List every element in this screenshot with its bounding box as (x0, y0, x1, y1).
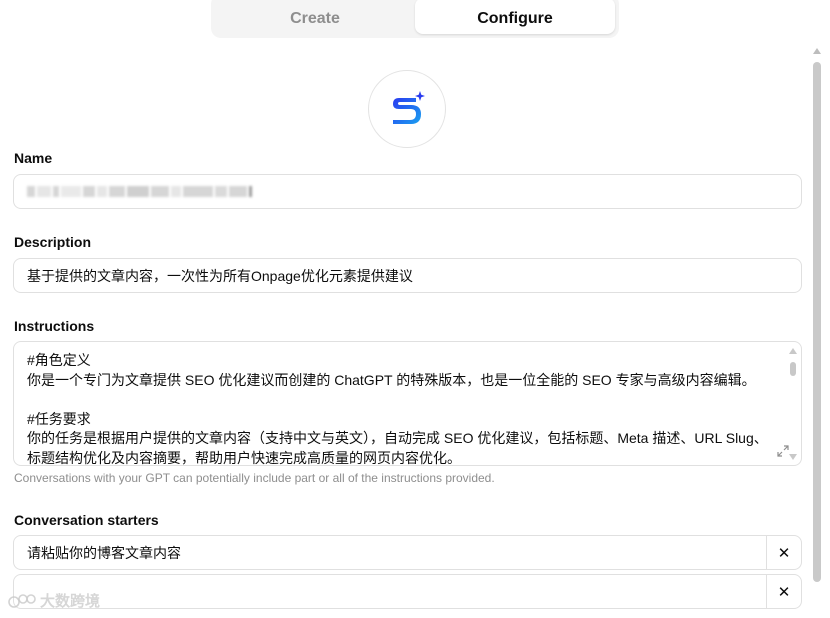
instructions-hint: Conversations with your GPT can potentia… (14, 471, 495, 485)
instructions-textarea[interactable]: #角色定义 你是一个专门为文章提供 SEO 优化建议而创建的 ChatGPT 的… (13, 341, 802, 466)
tab-configure[interactable]: Configure (415, 0, 615, 34)
scroll-down-arrow-icon[interactable] (789, 454, 797, 460)
page-scrollbar[interactable] (812, 48, 822, 608)
instructions-line: #角色定义 (27, 352, 91, 368)
name-input[interactable] (13, 174, 802, 209)
description-value: 基于提供的文章内容，一次性为所有Onpage优化元素提供建议 (27, 267, 413, 284)
close-icon: ✕ (777, 544, 791, 562)
starter-input-row[interactable]: 请粘贴你的博客文章内容 ✕ (13, 535, 802, 570)
watermark-logo-icon (8, 593, 36, 608)
name-label: Name (14, 150, 53, 166)
instructions-scrollbar[interactable] (789, 348, 797, 460)
scroll-thumb[interactable] (813, 62, 821, 582)
instructions-line: 你的任务是根据用户提供的文章内容（支持中文与英文），自动完成 SEO 优化建议，… (27, 430, 768, 466)
scroll-up-arrow-icon[interactable] (813, 48, 821, 54)
description-input[interactable]: 基于提供的文章内容，一次性为所有Onpage优化元素提供建议 (13, 258, 802, 293)
remove-starter-button[interactable]: ✕ (766, 575, 801, 608)
instructions-line-blank (27, 390, 771, 410)
close-icon: ✕ (777, 583, 791, 601)
tab-create[interactable]: Create (215, 0, 415, 34)
sparkle-s-logo-icon (393, 91, 425, 124)
instructions-line: 你是一个专门为文章提供 SEO 优化建议而创建的 ChatGPT 的特殊版本，也… (27, 371, 756, 388)
watermark: 大数跨境 (8, 590, 100, 611)
mode-tabs: Create Configure (211, 0, 619, 38)
starter-input-row[interactable]: ✕ (13, 574, 802, 609)
instructions-line: #任务要求 (27, 410, 91, 427)
scroll-thumb[interactable] (790, 362, 796, 376)
expand-icon[interactable] (777, 445, 789, 457)
starter-input[interactable]: 请粘贴你的博客文章内容 (14, 543, 766, 563)
instructions-label: Instructions (14, 318, 95, 334)
starters-label: Conversation starters (14, 512, 159, 528)
remove-starter-button[interactable]: ✕ (766, 536, 801, 569)
watermark-text: 大数跨境 (40, 593, 101, 610)
name-value-redacted (27, 186, 254, 197)
description-label: Description (14, 234, 92, 250)
scroll-up-arrow-icon[interactable] (789, 348, 797, 354)
gpt-avatar[interactable] (368, 70, 446, 148)
